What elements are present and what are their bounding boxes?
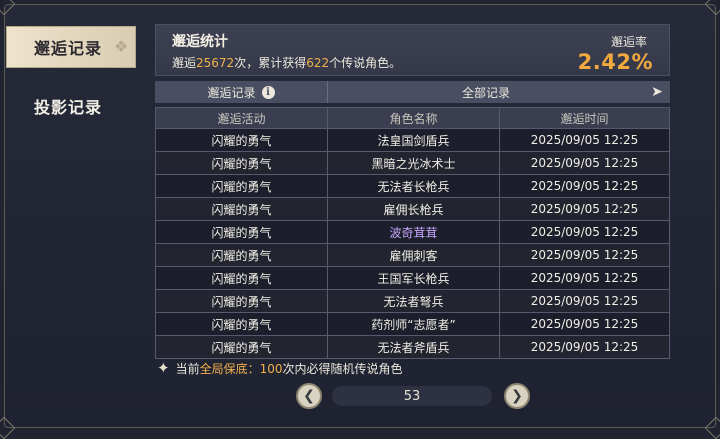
cell-time: 2025/09/05 12:25 — [530, 248, 639, 262]
sparkle-icon: ✦ — [157, 359, 170, 377]
tab-label: 邂逅记录 — [34, 39, 103, 58]
stats-title: 邂逅统计 — [172, 34, 228, 50]
cell-activity: 闪耀的勇气 — [156, 290, 328, 312]
record-filter[interactable]: 邂逅记录 i 全部记录 ➤ — [155, 81, 670, 103]
pagination: ❮ 53 ❯ — [296, 383, 530, 409]
stats-text: 个传说角色。 — [329, 56, 402, 70]
table-row: 闪耀的勇气 药剂师“志愿者” 2025/09/05 12:25 — [156, 312, 669, 335]
tab-encounter-record[interactable]: 邂逅记录 ❖ — [6, 26, 136, 68]
legendary-count: 622 — [306, 56, 330, 70]
cell-time: 2025/09/05 12:25 — [530, 179, 639, 193]
cell-character: 无法者弩兵 — [328, 290, 500, 312]
table-row: 闪耀的勇气 无法者斧盾兵 2025/09/05 12:25 — [156, 335, 669, 358]
table-header: 邂逅活动 角色名称 邂逅时间 — [156, 108, 669, 128]
cell-time: 2025/09/05 12:25 — [530, 294, 639, 308]
cell-time: 2025/09/05 12:25 — [530, 271, 639, 285]
cell-activity: 闪耀的勇气 — [156, 244, 328, 266]
stats-summary: 邂逅25672次，累计获得622个传说角色。 — [172, 54, 401, 71]
table-row: 闪耀的勇气 王国军长枪兵 2025/09/05 12:25 — [156, 266, 669, 289]
encounter-count: 25672 — [196, 56, 235, 70]
cell-time: 2025/09/05 12:25 — [530, 156, 639, 170]
cell-character: 雇佣刺客 — [328, 244, 500, 266]
cell-activity: 闪耀的勇气 — [156, 336, 328, 358]
filter-value[interactable]: 全部记录 — [328, 84, 644, 101]
tab-projection-record[interactable]: 投影记录 — [6, 86, 136, 126]
rate-label: 邂逅率 — [610, 35, 647, 49]
rate-value: 2.42% — [577, 50, 653, 74]
prev-page-button[interactable]: ❮ — [296, 383, 322, 409]
table-row: 闪耀的勇气 无法者长枪兵 2025/09/05 12:25 — [156, 174, 669, 197]
pity-suffix: 次内必得随机传说角色 — [282, 361, 403, 376]
cell-activity: 闪耀的勇气 — [156, 152, 328, 174]
chevron-right-icon[interactable]: ➤ — [644, 84, 670, 100]
cell-character: 无法者斧盾兵 — [328, 336, 500, 358]
encounter-stats-panel: 邂逅统计 邂逅25672次，累计获得622个传说角色。 邂逅率 2.42% — [155, 24, 670, 76]
cell-activity: 闪耀的勇气 — [156, 129, 328, 151]
cell-time: 2025/09/05 12:25 — [530, 225, 639, 239]
cell-activity: 闪耀的勇气 — [156, 221, 328, 243]
table-row: 闪耀的勇气 无法者弩兵 2025/09/05 12:25 — [156, 289, 669, 312]
cell-activity: 闪耀的勇气 — [156, 198, 328, 220]
chevron-right-icon: ❯ — [511, 388, 523, 404]
tab-ornament-icon: ❖ — [114, 37, 130, 56]
header-character: 角色名称 — [328, 108, 500, 128]
cell-time: 2025/09/05 12:25 — [530, 317, 639, 331]
cell-activity: 闪耀的勇气 — [156, 267, 328, 289]
cell-character: 黑暗之光冰术士 — [328, 152, 500, 174]
table-row: 闪耀的勇气 雇佣刺客 2025/09/05 12:25 — [156, 243, 669, 266]
header-activity: 邂逅活动 — [156, 108, 328, 128]
cell-character: 药剂师“志愿者” — [328, 313, 500, 335]
page-number: 53 — [332, 386, 492, 406]
cell-time: 2025/09/05 12:25 — [530, 133, 639, 147]
filter-label: 邂逅记录 — [207, 85, 256, 100]
pity-highlight: 全局保底： — [199, 361, 260, 376]
encounter-table: 邂逅活动 角色名称 邂逅时间 闪耀的勇气 法皇国剑盾兵 2025/09/05 1… — [155, 107, 670, 359]
cell-character: 雇佣长枪兵 — [328, 198, 500, 220]
tab-label: 投影记录 — [34, 98, 103, 117]
next-page-button[interactable]: ❯ — [504, 383, 530, 409]
cell-time: 2025/09/05 12:25 — [530, 202, 639, 216]
pity-info: ✦ 当前全局保底：100次内必得随机传说角色 — [157, 359, 403, 377]
header-time: 邂逅时间 — [560, 111, 609, 126]
cell-activity: 闪耀的勇气 — [156, 313, 328, 335]
table-row: 闪耀的勇气 黑暗之光冰术士 2025/09/05 12:25 — [156, 151, 669, 174]
filter-label-group: 邂逅记录 i — [155, 81, 328, 103]
table-row: 闪耀的勇气 法皇国剑盾兵 2025/09/05 12:25 — [156, 128, 669, 151]
cell-time: 2025/09/05 12:25 — [530, 340, 639, 354]
cell-character: 王国军长枪兵 — [328, 267, 500, 289]
info-icon[interactable]: i — [261, 85, 275, 99]
stats-text: 次，累计获得 — [234, 56, 307, 70]
cell-activity: 闪耀的勇气 — [156, 175, 328, 197]
table-row: 闪耀的勇气 雇佣长枪兵 2025/09/05 12:25 — [156, 197, 669, 220]
cell-character: 波奇茸茸 — [328, 221, 500, 243]
cell-character: 无法者长枪兵 — [328, 175, 500, 197]
stats-text: 邂逅 — [172, 56, 197, 70]
chevron-left-icon: ❮ — [303, 388, 315, 404]
cell-character: 法皇国剑盾兵 — [328, 129, 500, 151]
pity-prefix: 当前 — [175, 361, 200, 376]
table-row: 闪耀的勇气 波奇茸茸 2025/09/05 12:25 — [156, 220, 669, 243]
pity-count: 100 — [259, 361, 283, 376]
